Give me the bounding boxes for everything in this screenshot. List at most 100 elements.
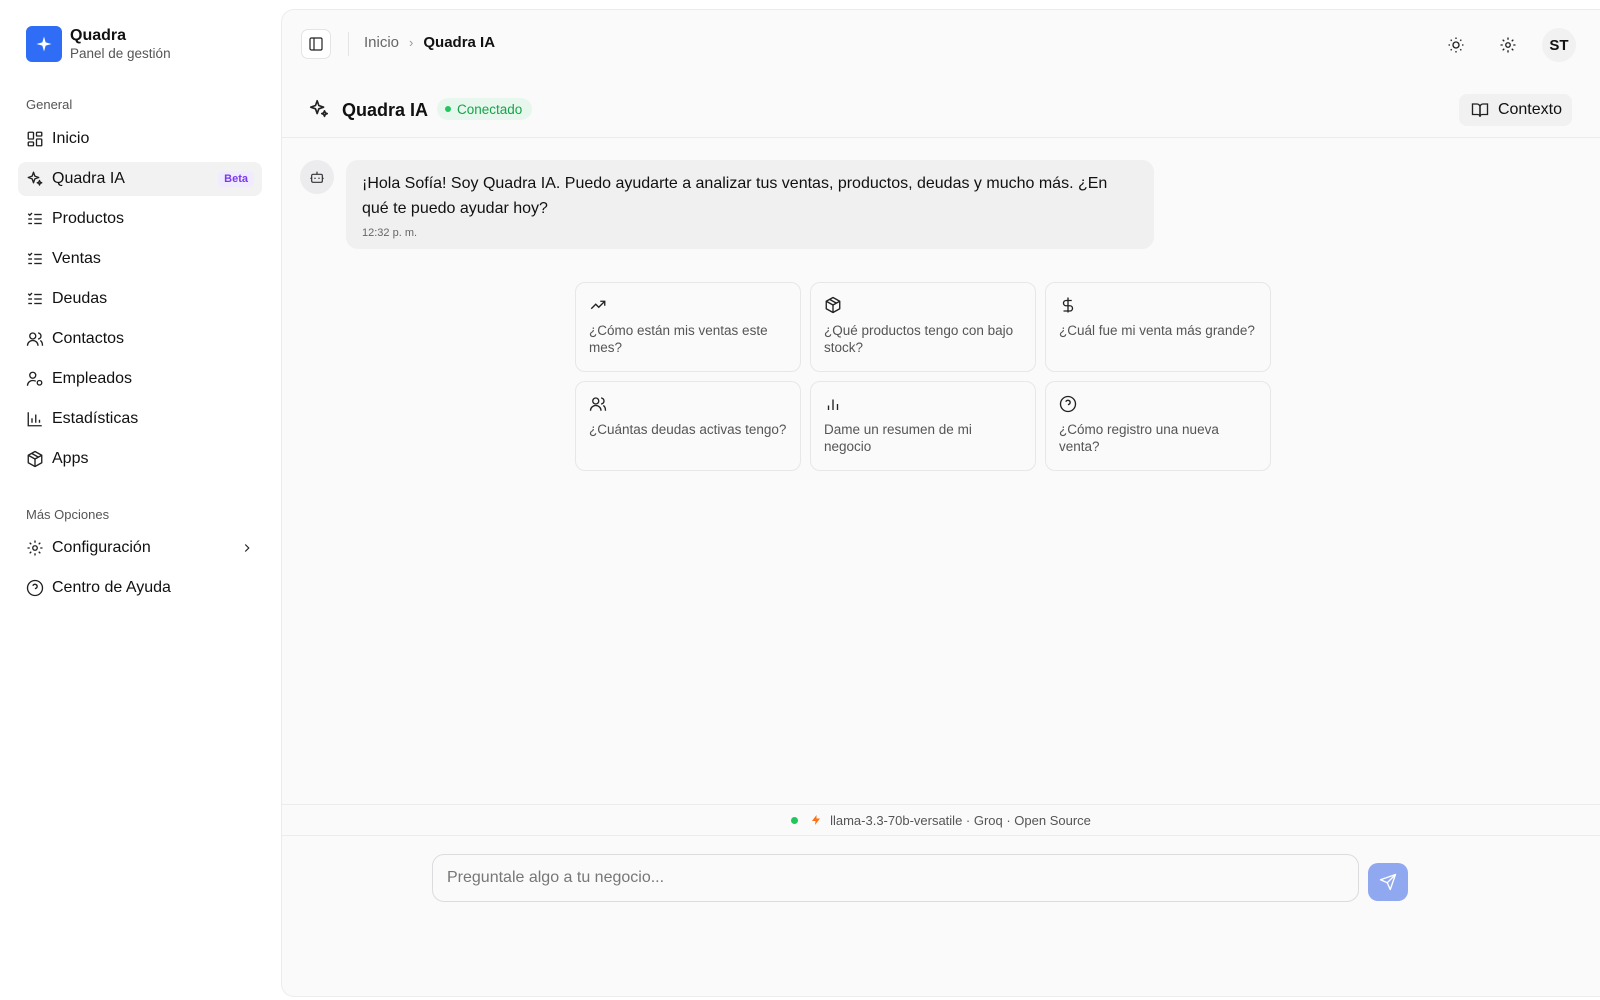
package-icon xyxy=(825,296,841,314)
suggestion-text: ¿Qué productos tengo con bajo stock? xyxy=(824,323,1014,355)
brand-subtitle: Panel de gestión xyxy=(70,46,171,61)
assistant-message: ¡Hola Sofía! Soy Quadra IA. Puedo ayudar… xyxy=(300,160,1154,249)
chat-input[interactable] xyxy=(433,855,1358,901)
sidebar-item-label: Apps xyxy=(52,450,89,467)
chat-title: Quadra IA xyxy=(342,100,429,120)
users-icon xyxy=(589,397,607,411)
beta-badge: Beta xyxy=(218,171,254,187)
sidebar-item-configuracion[interactable]: Configuración xyxy=(18,531,262,565)
more-nav: Configuración Centro de Ayuda xyxy=(18,531,262,611)
status-badge: Conectado xyxy=(437,98,533,120)
section-label-more: Más Opciones xyxy=(26,507,110,522)
user-avatar[interactable]: ST xyxy=(1542,28,1576,62)
sidebar-item-label: Inicio xyxy=(52,130,90,147)
send-button[interactable] xyxy=(1368,863,1408,901)
sun-icon xyxy=(1448,37,1464,53)
package-icon xyxy=(27,450,43,468)
suggestion-text: ¿Cuál fue mi venta más grande? xyxy=(1059,323,1255,338)
suggestion-card[interactable]: ¿Qué productos tengo con bajo stock? xyxy=(810,282,1036,372)
bot-icon xyxy=(310,171,324,183)
gear-icon xyxy=(27,540,43,556)
suggestion-card[interactable]: ¿Cuál fue mi venta más grande? xyxy=(1045,282,1271,372)
dashboard-icon xyxy=(27,131,43,147)
brand-logo-icon xyxy=(26,26,62,62)
context-button-label: Contexto xyxy=(1497,101,1562,118)
message-timestamp: 12:32 p. m. xyxy=(362,227,418,239)
brand-title: Quadra xyxy=(70,27,127,44)
breadcrumb: Inicio › Quadra IA xyxy=(364,34,495,51)
status-text: Conectado xyxy=(457,101,523,117)
list-checks-icon xyxy=(27,212,42,225)
sidebar-item-apps[interactable]: Apps xyxy=(18,442,262,476)
sidebar-toggle-button[interactable] xyxy=(301,29,331,59)
trending-up-icon xyxy=(590,300,606,310)
message-text: ¡Hola Sofía! Soy Quadra IA. Puedo ayudar… xyxy=(362,175,1108,217)
main-nav: Inicio Quadra IA Beta Productos Ventas D… xyxy=(18,122,262,482)
sidebar-item-label: Productos xyxy=(52,210,125,227)
suggestion-card[interactable]: ¿Cómo están mis ventas este mes? xyxy=(575,282,801,372)
suggestion-card[interactable]: ¿Cuántas deudas activas tengo? xyxy=(575,381,801,471)
send-icon xyxy=(1379,873,1397,891)
suggestion-text: ¿Cómo registro una nueva venta? xyxy=(1059,422,1219,454)
suggestion-text: ¿Cómo están mis ventas este mes? xyxy=(589,323,768,355)
users-icon xyxy=(26,332,44,346)
suggestion-grid: ¿Cómo están mis ventas este mes? ¿Qué pr… xyxy=(575,282,1271,471)
brand[interactable]: Quadra Panel de gestión xyxy=(26,26,171,62)
dollar-icon xyxy=(1062,297,1074,313)
sidebar-item-label: Ventas xyxy=(52,250,101,267)
sidebar-item-label: Contactos xyxy=(52,330,125,347)
sidebar: Quadra Panel de gestión General Inicio Q… xyxy=(0,0,282,1000)
bar-chart-icon xyxy=(27,412,42,427)
section-label-general: General xyxy=(26,97,73,112)
model-info-bar: llama-3.3-70b-versatile · Groq · Open So… xyxy=(282,804,1600,836)
sparkles-icon xyxy=(309,99,329,118)
sidebar-item-contactos[interactable]: Contactos xyxy=(18,322,262,356)
suggestion-card[interactable]: Dame un resumen de mi negocio xyxy=(810,381,1036,471)
sidebar-item-label: Configuración xyxy=(52,539,151,556)
gear-icon xyxy=(1500,37,1516,53)
suggestion-text: ¿Cuántas deudas activas tengo? xyxy=(589,422,787,437)
divider xyxy=(348,32,349,56)
breadcrumb-home-link[interactable]: Inicio xyxy=(364,34,399,51)
main-panel: Inicio › Quadra IA ST Quadra IA Conectad… xyxy=(282,10,1600,996)
model-info-text: llama-3.3-70b-versatile · Groq · Open So… xyxy=(830,812,1091,828)
suggestion-text: Dame un resumen de mi negocio xyxy=(824,422,972,454)
breadcrumb-separator-icon: › xyxy=(409,35,414,50)
sidebar-item-quadra-ia[interactable]: Quadra IA Beta xyxy=(18,162,262,196)
help-circle-icon xyxy=(26,579,44,597)
theme-toggle-button[interactable] xyxy=(1440,29,1472,61)
sidebar-item-ventas[interactable]: Ventas xyxy=(18,242,262,276)
chat-header: Quadra IA Conectado Contexto xyxy=(282,88,1600,138)
sidebar-item-label: Estadísticas xyxy=(52,410,139,427)
sidebar-item-estadisticas[interactable]: Estadísticas xyxy=(18,402,262,436)
message-bubble: ¡Hola Sofía! Soy Quadra IA. Puedo ayudar… xyxy=(346,160,1154,249)
list-checks-icon xyxy=(27,252,42,265)
sidebar-item-deudas[interactable]: Deudas xyxy=(18,282,262,316)
chat-input-wrapper xyxy=(432,854,1359,902)
top-actions: ST xyxy=(1420,28,1576,62)
book-open-icon xyxy=(1471,103,1489,117)
topbar: Inicio › Quadra IA ST xyxy=(282,10,1600,78)
status-dot xyxy=(445,106,451,112)
bolt-icon xyxy=(812,815,821,825)
sidebar-item-label: Deudas xyxy=(52,290,108,307)
suggestion-card[interactable]: ¿Cómo registro una nueva venta? xyxy=(1045,381,1271,471)
user-cog-icon xyxy=(26,371,43,386)
sidebar-item-label: Quadra IA xyxy=(52,170,125,187)
bot-avatar xyxy=(300,160,334,194)
context-button[interactable]: Contexto xyxy=(1458,94,1572,126)
breadcrumb-current: Quadra IA xyxy=(423,34,496,51)
panel-left-icon xyxy=(309,37,323,51)
sidebar-item-label: Centro de Ayuda xyxy=(52,579,171,596)
help-circle-icon xyxy=(1059,395,1077,413)
list-checks-icon xyxy=(27,292,42,305)
sidebar-item-empleados[interactable]: Empleados xyxy=(18,362,262,396)
sparkles-icon xyxy=(27,171,43,186)
sidebar-item-productos[interactable]: Productos xyxy=(18,202,262,236)
sidebar-item-inicio[interactable]: Inicio xyxy=(18,122,262,156)
sidebar-item-centro-ayuda[interactable]: Centro de Ayuda xyxy=(18,571,262,605)
connection-dot xyxy=(791,816,799,824)
bar-chart-icon xyxy=(827,399,839,410)
chevron-right-icon[interactable] xyxy=(240,541,254,555)
settings-button[interactable] xyxy=(1492,29,1524,61)
